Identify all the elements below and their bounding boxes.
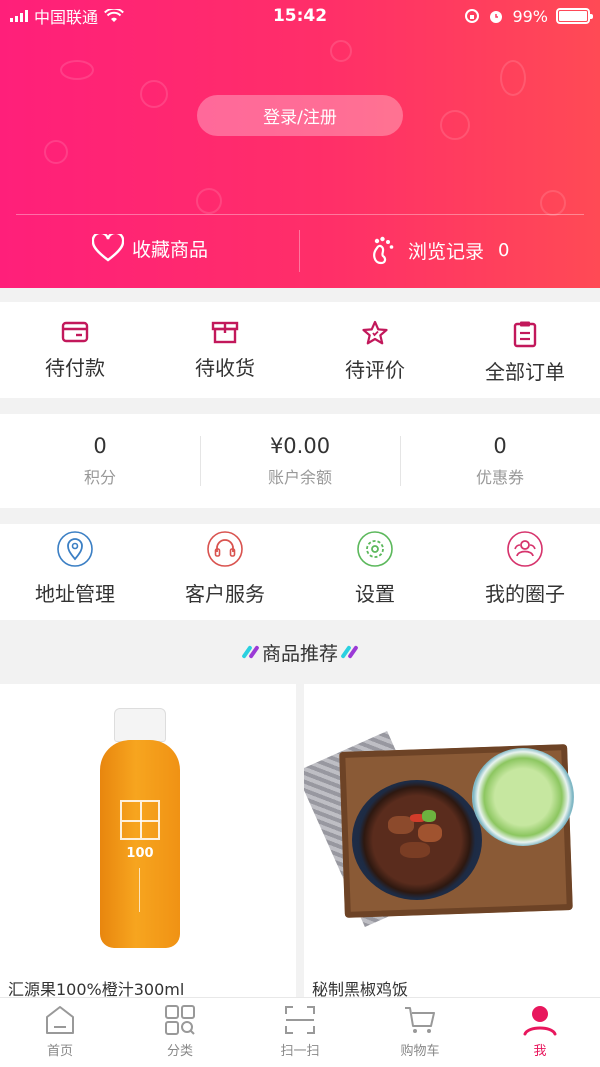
coupons-cell[interactable]: 0 优惠券 xyxy=(400,414,600,508)
profile-header: 中国联通 15:42 99% 登录/注册 收藏商品 浏览记录 0 xyxy=(0,0,600,288)
tab-home[interactable]: 首页 xyxy=(0,998,120,1067)
recommend-title: 商品推荐 xyxy=(261,642,338,665)
decor-circle xyxy=(44,140,68,164)
favorites-label: 收藏商品 xyxy=(132,238,209,261)
wallet-icon xyxy=(61,321,89,343)
order-shortcuts: 待付款 待收货 待评价 全部订单 xyxy=(0,302,600,398)
history-label: 浏览记录 xyxy=(408,240,485,263)
header-split xyxy=(299,230,300,272)
chicken-rice-bowl-image xyxy=(352,780,482,900)
product-grid: 100 汇源果100%橙汁300ml 秘制黑椒鸡饭 xyxy=(0,684,600,1000)
points-value: 0 xyxy=(93,434,107,458)
community-icon xyxy=(507,531,543,567)
product-card[interactable]: 100 汇源果100%橙汁300ml xyxy=(0,684,296,1000)
cart-icon xyxy=(405,1007,435,1033)
bottle-label: 100 xyxy=(126,846,154,861)
points-cell[interactable]: 0 积分 xyxy=(0,414,200,508)
decor-circle xyxy=(540,190,566,216)
service-shortcuts: 地址管理 客户服务 设置 我的圈子 xyxy=(0,524,600,620)
location-icon xyxy=(57,531,93,567)
tab-label: 购物车 xyxy=(400,1044,440,1059)
order-label: 全部订单 xyxy=(485,360,565,384)
header-divider xyxy=(16,214,584,215)
bottom-tab-bar: 首页 分类 扫一扫 购物车 我 xyxy=(0,997,600,1067)
clipboard-icon xyxy=(513,321,537,348)
status-right: 99% xyxy=(464,6,593,26)
tab-label: 扫一扫 xyxy=(280,1044,320,1059)
tab-label: 首页 xyxy=(46,1044,73,1059)
salad-bowl-image xyxy=(472,748,574,846)
battery-icon xyxy=(556,8,593,24)
slash-marks-icon xyxy=(340,645,359,659)
login-register-button[interactable]: 登录/注册 xyxy=(197,95,403,136)
status-bar: 中国联通 15:42 99% xyxy=(0,0,600,32)
gear-icon xyxy=(357,531,393,567)
order-all[interactable]: 全部订单 xyxy=(450,302,600,398)
home-icon xyxy=(46,1006,74,1034)
coupons-value: 0 xyxy=(493,434,507,458)
orientation-lock-icon xyxy=(465,9,480,23)
heart-icon xyxy=(92,234,124,262)
tab-me[interactable]: 我 xyxy=(480,998,600,1067)
tab-cart[interactable]: 购物车 xyxy=(360,998,480,1067)
product-card[interactable]: 秘制黑椒鸡饭 xyxy=(304,684,600,1000)
recommend-heading: 商品推荐 xyxy=(0,620,600,684)
settings[interactable]: 设置 xyxy=(300,524,450,620)
category-icon xyxy=(165,1005,195,1035)
battery-percent: 99% xyxy=(512,6,548,26)
decor-circle xyxy=(60,60,94,80)
order-pending-review[interactable]: 待评价 xyxy=(300,302,450,398)
service-label: 地址管理 xyxy=(35,582,115,606)
footprint-icon xyxy=(373,236,394,265)
history-count: 0 xyxy=(498,239,510,261)
decor-circle xyxy=(196,188,222,214)
juice-bottle-image: 100 xyxy=(100,708,180,948)
package-icon xyxy=(211,321,239,344)
scan-icon xyxy=(285,1006,315,1034)
tab-label: 分类 xyxy=(166,1044,193,1059)
address-management[interactable]: 地址管理 xyxy=(0,524,150,620)
alarm-icon xyxy=(490,11,503,23)
decor-circle xyxy=(500,60,526,96)
profile-icon xyxy=(523,1006,557,1036)
my-community[interactable]: 我的圈子 xyxy=(450,524,600,620)
account-assets: 0 积分 ¥0.00 账户余额 0 优惠券 xyxy=(0,414,600,508)
balance-label: 账户余额 xyxy=(267,468,332,487)
service-label: 设置 xyxy=(355,582,395,606)
balance-cell[interactable]: ¥0.00 账户余额 xyxy=(200,414,400,508)
star-icon xyxy=(362,320,388,345)
favorites-link[interactable]: 收藏商品 xyxy=(92,234,208,262)
customer-service[interactable]: 客户服务 xyxy=(150,524,300,620)
service-label: 客户服务 xyxy=(185,582,265,606)
order-label: 待评价 xyxy=(345,358,405,382)
coupons-label: 优惠券 xyxy=(475,468,524,487)
order-pending-payment[interactable]: 待付款 xyxy=(0,302,150,398)
history-link[interactable]: 浏览记录 0 xyxy=(368,234,509,266)
tab-category[interactable]: 分类 xyxy=(120,998,240,1067)
points-label: 积分 xyxy=(83,468,116,487)
order-label: 待收货 xyxy=(195,356,255,380)
order-pending-receipt[interactable]: 待收货 xyxy=(150,302,300,398)
slash-marks-icon xyxy=(241,645,260,659)
decor-circle xyxy=(140,80,168,108)
decor-circle xyxy=(330,40,352,62)
decor-circle xyxy=(440,110,470,140)
order-label: 待付款 xyxy=(45,356,105,380)
tab-label: 我 xyxy=(533,1044,547,1059)
service-label: 我的圈子 xyxy=(485,582,565,606)
headset-icon xyxy=(207,531,243,567)
tab-scan[interactable]: 扫一扫 xyxy=(240,998,360,1067)
balance-value: ¥0.00 xyxy=(269,434,331,458)
